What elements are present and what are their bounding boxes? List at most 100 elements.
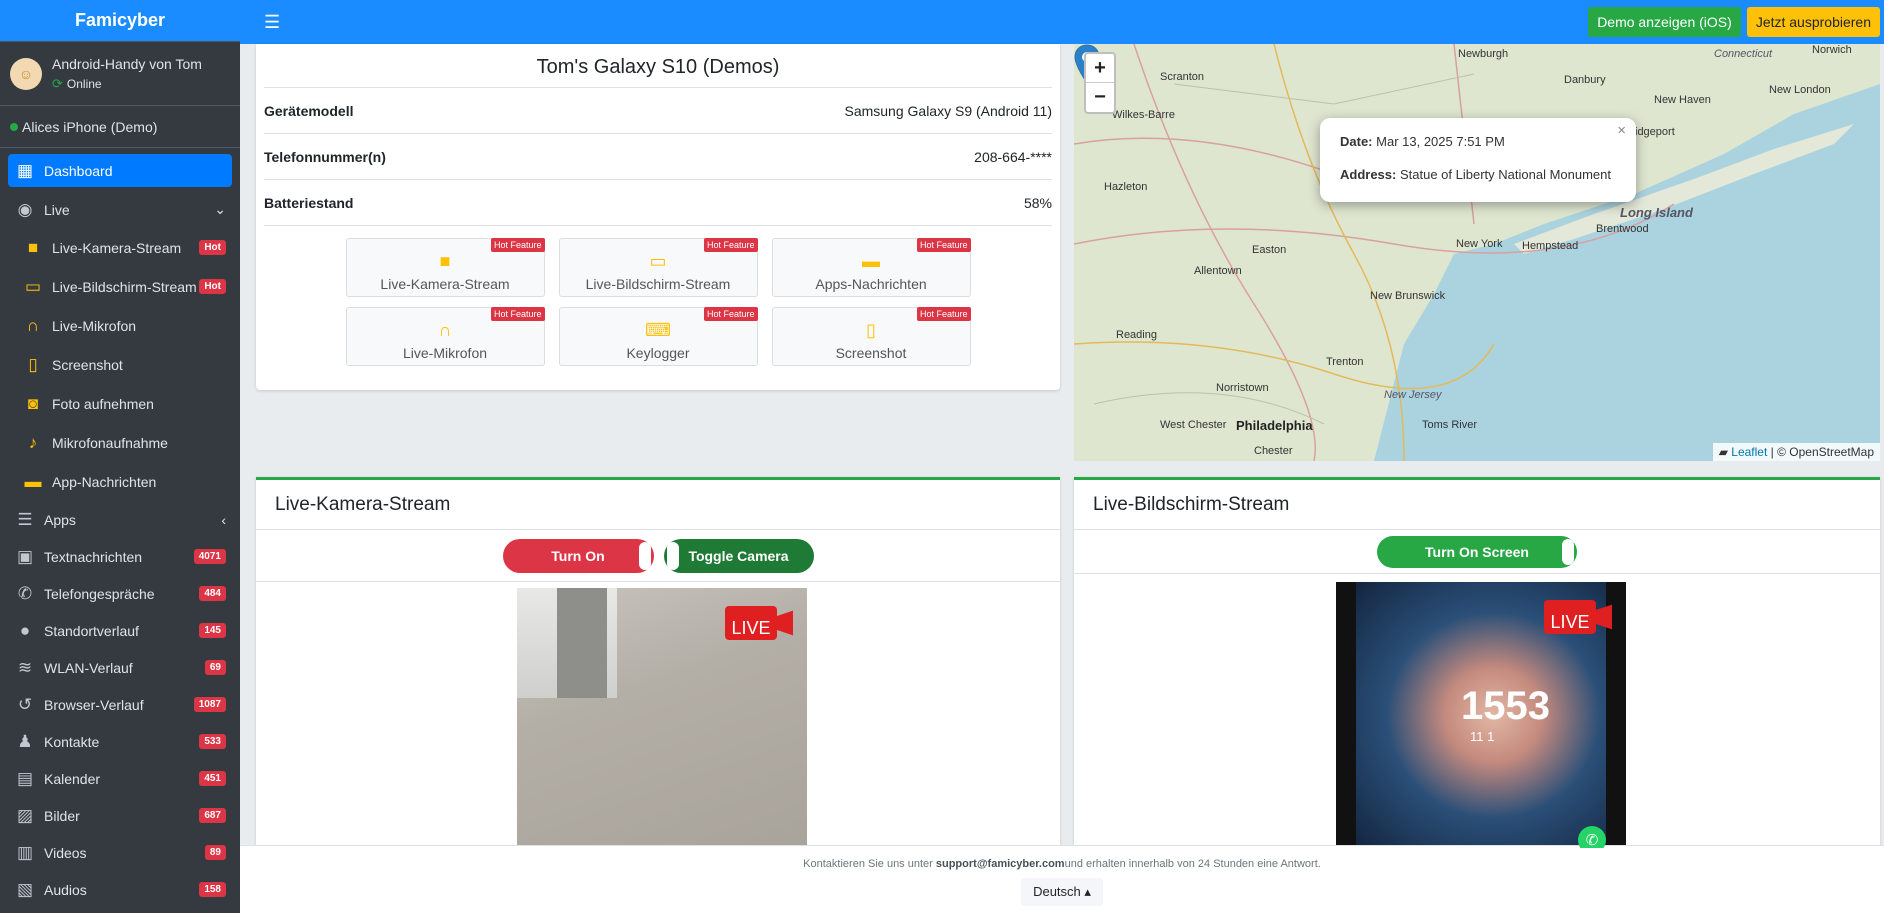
sidebar-item-app-messages[interactable]: ▬ App-Nachrichten — [8, 462, 232, 501]
map-place-label: Danbury — [1564, 74, 1606, 86]
footer-pre: Kontaktieren Sie uns unter — [803, 858, 936, 870]
keyboard-icon: ⌨ — [645, 320, 671, 340]
camera-turn-on-toggle[interactable]: Turn On — [502, 538, 654, 573]
sidebar-item-videos[interactable]: ▥ Videos 89 — [8, 834, 232, 871]
file-audio-icon: ▧ — [16, 879, 34, 899]
sidebar-item-label: Mikrofonaufnahme — [52, 434, 168, 451]
sidebar-item-text-messages[interactable]: ▣ Textnachrichten 4071 — [8, 538, 232, 575]
sidebar-item-contacts[interactable]: ♟ Kontakte 533 — [8, 723, 232, 760]
location-map[interactable]: Newburgh Danbury Scranton Wilkes-Barre H… — [1074, 44, 1880, 461]
sidebar-item-label: Browser-Verlauf — [44, 696, 144, 713]
person-icon: ♟ — [17, 731, 33, 751]
sidebar-item-live-screen[interactable]: ▭ Live-Bildschirm-Stream Hot — [8, 267, 232, 306]
feature-label: Live-Bildschirm-Stream — [585, 276, 731, 292]
sidebar-item-label: Telefongespräche — [44, 585, 155, 602]
sidebar-item-screenshot[interactable]: ▯ Screenshot — [8, 345, 232, 384]
film-icon: ▥ — [16, 842, 34, 862]
map-place-label: Toms River — [1422, 419, 1478, 431]
sidebar-item-dashboard[interactable]: ▦ Dashboard — [8, 154, 232, 187]
count-badge: 4071 — [193, 549, 226, 564]
sidebar-item-browser-history[interactable]: ↺ Browser-Verlauf 1087 — [8, 686, 232, 723]
count-badge: 484 — [199, 586, 226, 601]
zoom-in-button[interactable]: + — [1086, 54, 1114, 83]
map-place-label: Reading — [1116, 329, 1157, 341]
map-attribution: ▰ Leaflet | © OpenStreetMap — [1712, 443, 1880, 461]
sidebar-item-label: Standortverlauf — [44, 622, 139, 639]
feature-live-camera[interactable]: Hot Feature ■ Live-Kamera-Stream — [345, 238, 545, 297]
live-text: LIVE — [1550, 612, 1589, 632]
support-email-link[interactable]: support@famicyber.com — [936, 858, 1065, 870]
sidebar-item-apps[interactable]: ☰ Apps ‹ — [8, 501, 232, 538]
map-place-label: Hazleton — [1104, 181, 1148, 193]
hot-badge: Hot — [199, 279, 226, 294]
count-badge: 145 — [199, 623, 226, 638]
toggle-knob — [638, 541, 651, 570]
chevron-left-icon: ‹ — [221, 511, 226, 528]
sidebar-item-take-photo[interactable]: ◙ Foto aufnehmen — [8, 384, 232, 423]
map-place-label: New Brunswick — [1370, 290, 1446, 302]
count-badge: 451 — [199, 771, 226, 786]
avatar: ☺ — [10, 57, 42, 90]
count-badge: 687 — [199, 808, 226, 823]
sidebar-item-live-camera[interactable]: ■ Live-Kamera-Stream Hot — [8, 228, 232, 267]
hot-feature-tag: Hot Feature — [703, 307, 758, 321]
count-badge: 1087 — [193, 697, 226, 712]
map-place-label: Trenton — [1326, 356, 1364, 368]
calendar-icon: ▤ — [16, 768, 34, 788]
map-place-label: Wilkes-Barre — [1112, 109, 1175, 121]
feature-app-messages[interactable]: Hot Feature ▬ Apps-Nachrichten — [771, 238, 971, 297]
try-now-button[interactable]: Jetzt ausprobieren — [1746, 7, 1880, 37]
info-value: 208-664-**** — [974, 148, 1052, 165]
toggle-camera-switch[interactable]: Toggle Camera — [663, 538, 814, 573]
sidebar-item-mic-recording[interactable]: ♪ Mikrofonaufnahme — [8, 423, 232, 462]
feature-label: Apps-Nachrichten — [815, 276, 927, 292]
sidebar-item-pictures[interactable]: ▨ Bilder 687 — [8, 797, 232, 834]
sidebar-item-label: Bilder — [44, 807, 80, 824]
sidebar-item-live-mic[interactable]: ∩ Live-Mikrofon — [8, 306, 232, 345]
camera-icon: ■ — [439, 251, 451, 271]
camera-icon: ■ — [27, 237, 39, 257]
screen-turn-on-toggle[interactable]: Turn On Screen — [1377, 535, 1577, 568]
hamburger-menu-icon[interactable]: ☰ — [264, 12, 280, 33]
popup-close-icon[interactable]: × — [1617, 122, 1626, 139]
count-badge: 158 — [199, 882, 226, 897]
leaflet-link[interactable]: Leaflet — [1731, 445, 1767, 459]
map-place-label: Norristown — [1216, 382, 1269, 394]
feature-screenshot[interactable]: Hot Feature ▯ Screenshot — [771, 307, 971, 366]
sidebar-item-calendar[interactable]: ▤ Kalender 451 — [8, 760, 232, 797]
sync-icon: ⟳ — [52, 75, 63, 91]
current-device[interactable]: ☺ Android-Handy von Tom ⟳ Online — [0, 42, 240, 106]
map-place-label: New Jersey — [1384, 389, 1442, 401]
map-place-label: Brentwood — [1596, 223, 1649, 235]
feature-label: Live-Kamera-Stream — [380, 276, 510, 292]
hot-feature-tag: Hot Feature — [916, 307, 971, 321]
feature-live-mic[interactable]: Hot Feature ∩ Live-Mikrofon — [345, 307, 545, 366]
zoom-out-button[interactable]: − — [1086, 83, 1114, 112]
whatsapp-icon: ✆ — [1578, 826, 1606, 848]
demo-ios-button[interactable]: Demo anzeigen (iOS) — [1588, 7, 1741, 37]
info-row: Telefonnummer(n) 208-664-**** — [264, 134, 1052, 180]
sidebar-item-audios[interactable]: ▧ Audios 158 — [8, 871, 232, 908]
brand-logo[interactable]: Famicyber — [0, 0, 240, 42]
lockscreen-clock: 1553 — [1461, 684, 1550, 728]
toggle-label: Turn On — [551, 547, 605, 564]
feature-keylogger[interactable]: Hot Feature ⌨ Keylogger — [558, 307, 758, 366]
map-place-label: Connecticut — [1714, 48, 1773, 60]
sidebar-item-calls[interactable]: ✆ Telefongespräche 484 — [8, 575, 232, 612]
feature-live-screen[interactable]: Hot Feature ▭ Live-Bildschirm-Stream — [558, 238, 758, 297]
alt-device-name: Alices iPhone (Demo) — [22, 118, 158, 135]
toggle-label: Turn On Screen — [1425, 543, 1529, 560]
online-dot-icon — [10, 122, 18, 131]
headphones-icon: ∩ — [438, 320, 452, 340]
sidebar-item-live[interactable]: ◉ Live ⌄ — [8, 191, 232, 228]
map-place-label: Scranton — [1160, 71, 1205, 83]
sidebar-item-wifi-history[interactable]: ≋ WLAN-Verlauf 69 — [8, 649, 232, 686]
footer: Kontaktieren Sie uns unter support@famic… — [240, 845, 1884, 913]
footer-post: und erhalten innerhalb von 24 Stunden ei… — [1064, 858, 1321, 870]
alt-device[interactable]: Alices iPhone (Demo) — [0, 106, 240, 148]
image-icon: ▨ — [16, 805, 34, 825]
language-selector[interactable]: Deutsch ▴ — [1021, 878, 1103, 906]
sidebar-item-label: Videos — [44, 844, 87, 861]
eye-icon: ◉ — [17, 199, 33, 219]
sidebar-item-location-history[interactable]: ● Standortverlauf 145 — [8, 612, 232, 649]
